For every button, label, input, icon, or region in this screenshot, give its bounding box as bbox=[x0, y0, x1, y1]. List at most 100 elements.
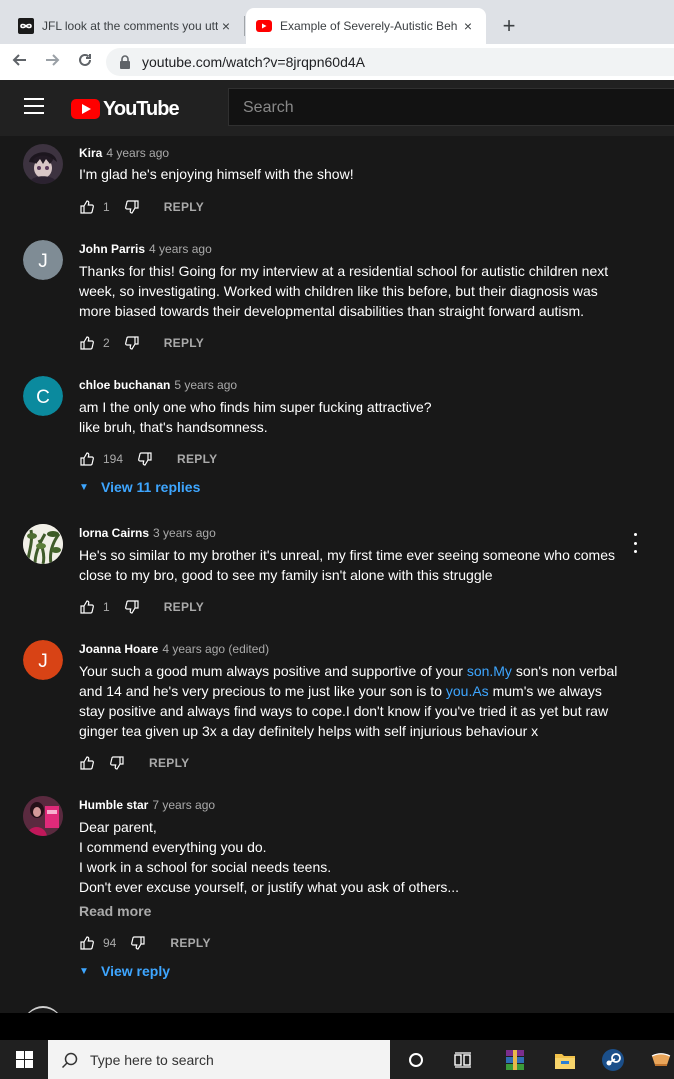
person-avatar-icon bbox=[23, 796, 63, 836]
comment-text: Thanks for this! Going for my interview … bbox=[79, 263, 609, 319]
anime-avatar-icon bbox=[23, 144, 63, 184]
reply-button[interactable]: REPLY bbox=[164, 600, 204, 614]
avatar[interactable] bbox=[23, 524, 63, 564]
view-replies-button[interactable]: ▼ View 11 replies bbox=[79, 477, 200, 497]
like-icon[interactable] bbox=[79, 935, 95, 951]
like-icon[interactable] bbox=[79, 335, 95, 351]
like-count: 94 bbox=[103, 936, 117, 950]
comment-header: Kira 4 years ago bbox=[79, 146, 169, 160]
url-text: youtube.com/watch?v=8jrqpn60d4A bbox=[142, 54, 365, 70]
cortana-icon[interactable] bbox=[393, 1040, 439, 1079]
youtube-play-icon bbox=[71, 99, 100, 119]
letter-avatar: J bbox=[23, 640, 63, 680]
avatar[interactable] bbox=[23, 796, 63, 836]
tab-title: JFL look at the comments you utt bbox=[42, 19, 218, 33]
youtube-logo-text: YouTube bbox=[103, 97, 180, 120]
chevron-down-icon: ▼ bbox=[79, 965, 89, 977]
page-bottom-bar bbox=[0, 1013, 674, 1040]
chevron-down-icon: ▼ bbox=[79, 481, 89, 493]
browser-toolbar: youtube.com/watch?v=8jrqpn60d4A bbox=[0, 44, 674, 81]
comment-time[interactable]: 4 years ago bbox=[106, 146, 169, 160]
comment-author[interactable]: Joanna Hoare bbox=[79, 642, 158, 656]
lock-icon bbox=[118, 54, 132, 70]
search-input[interactable] bbox=[241, 98, 645, 118]
tab-title: Example of Severely-Autistic Beh bbox=[280, 19, 458, 33]
comment-author[interactable]: Humble star bbox=[79, 798, 148, 812]
task-view-icon[interactable] bbox=[440, 1040, 486, 1079]
comment-time[interactable]: 4 years ago (edited) bbox=[162, 642, 269, 656]
like-icon[interactable] bbox=[79, 199, 95, 215]
comment-time[interactable]: 5 years ago bbox=[174, 378, 237, 392]
like-icon[interactable] bbox=[79, 451, 95, 467]
comment-time[interactable]: 3 years ago bbox=[153, 526, 216, 540]
menu-icon[interactable] bbox=[24, 98, 44, 116]
like-count: 1 bbox=[103, 200, 110, 214]
dislike-icon[interactable] bbox=[124, 599, 140, 615]
read-more-link[interactable]: Read more bbox=[79, 903, 151, 919]
app-icon[interactable] bbox=[638, 1040, 674, 1079]
reply-button[interactable]: REPLY bbox=[149, 756, 189, 770]
youtube-header: YouTube bbox=[0, 80, 674, 136]
reload-button[interactable] bbox=[73, 50, 97, 74]
dislike-icon[interactable] bbox=[124, 199, 140, 215]
comment-time[interactable]: 7 years ago bbox=[152, 798, 215, 812]
windows-start-icon[interactable] bbox=[0, 1040, 48, 1079]
back-arrow-icon bbox=[12, 54, 26, 66]
reply-button[interactable]: REPLY bbox=[164, 200, 204, 214]
file-explorer-icon[interactable] bbox=[542, 1040, 588, 1079]
avatar[interactable]: C bbox=[23, 376, 63, 416]
comment-actions: REPLY bbox=[79, 755, 189, 771]
like-count: 2 bbox=[103, 336, 110, 350]
forward-arrow-icon bbox=[46, 54, 60, 66]
letter-avatar: C bbox=[23, 376, 63, 416]
comment-header: Joanna Hoare 4 years ago (edited) bbox=[79, 642, 269, 656]
reply-button[interactable]: REPLY bbox=[164, 336, 204, 350]
comment-author[interactable]: lorna Cairns bbox=[79, 526, 149, 540]
dislike-icon[interactable] bbox=[137, 451, 153, 467]
new-tab-button[interactable]: + bbox=[497, 14, 521, 38]
comment-author[interactable]: John Parris bbox=[79, 242, 145, 256]
browser-tab-jfl[interactable]: JFL look at the comments you utt × bbox=[8, 8, 244, 44]
reply-button[interactable]: REPLY bbox=[170, 936, 210, 950]
avatar-letter: C bbox=[36, 387, 50, 408]
reply-button[interactable]: REPLY bbox=[177, 452, 217, 466]
like-icon[interactable] bbox=[79, 599, 95, 615]
reload-icon bbox=[79, 53, 91, 66]
avatar[interactable] bbox=[23, 144, 63, 184]
taskbar-search-box[interactable]: Type here to search bbox=[48, 1040, 390, 1079]
avatar[interactable]: J bbox=[23, 640, 63, 680]
tab-close-icon[interactable]: × bbox=[460, 18, 476, 34]
comment-link[interactable]: son.My bbox=[467, 663, 512, 679]
jfl-infinity-icon bbox=[18, 18, 34, 34]
taskbar-search-placeholder: Type here to search bbox=[90, 1051, 214, 1068]
avatar[interactable]: J bbox=[23, 240, 63, 280]
comment-actions: 2 REPLY bbox=[79, 335, 204, 351]
view-replies-label: View 11 replies bbox=[101, 479, 201, 495]
comment-header: lorna Cairns 3 years ago bbox=[79, 526, 216, 540]
like-icon[interactable] bbox=[79, 755, 95, 771]
like-count: 1 bbox=[103, 600, 110, 614]
comment-author[interactable]: Kira bbox=[79, 146, 102, 160]
steam-icon[interactable] bbox=[590, 1040, 636, 1079]
comment-author[interactable]: chloe buchanan bbox=[79, 378, 170, 392]
address-bar[interactable]: youtube.com/watch?v=8jrqpn60d4A bbox=[106, 48, 674, 76]
dislike-icon[interactable] bbox=[109, 755, 125, 771]
comment-link[interactable]: you.As bbox=[446, 683, 489, 699]
comment-actions: 194 REPLY bbox=[79, 451, 217, 467]
dislike-icon[interactable] bbox=[124, 335, 140, 351]
back-button[interactable] bbox=[8, 50, 32, 74]
tab-close-icon[interactable]: × bbox=[218, 18, 234, 34]
more-actions-icon[interactable] bbox=[629, 533, 641, 553]
windows-taskbar: Type here to search bbox=[0, 1040, 674, 1079]
screen: JFL look at the comments you utt × Examp… bbox=[0, 0, 674, 1079]
youtube-logo[interactable]: YouTube bbox=[71, 97, 180, 121]
winrar-icon[interactable] bbox=[492, 1040, 538, 1079]
comment-text: Dear parent, I commend everything you do… bbox=[79, 819, 460, 895]
dislike-icon[interactable] bbox=[130, 935, 146, 951]
browser-tab-youtube[interactable]: Example of Severely-Autistic Beh × bbox=[246, 8, 486, 44]
view-replies-button[interactable]: ▼ View reply bbox=[79, 961, 170, 981]
comment-time[interactable]: 4 years ago bbox=[149, 242, 212, 256]
forward-button[interactable] bbox=[40, 50, 64, 74]
search-box bbox=[228, 88, 674, 126]
view-replies-label: View reply bbox=[101, 963, 171, 979]
